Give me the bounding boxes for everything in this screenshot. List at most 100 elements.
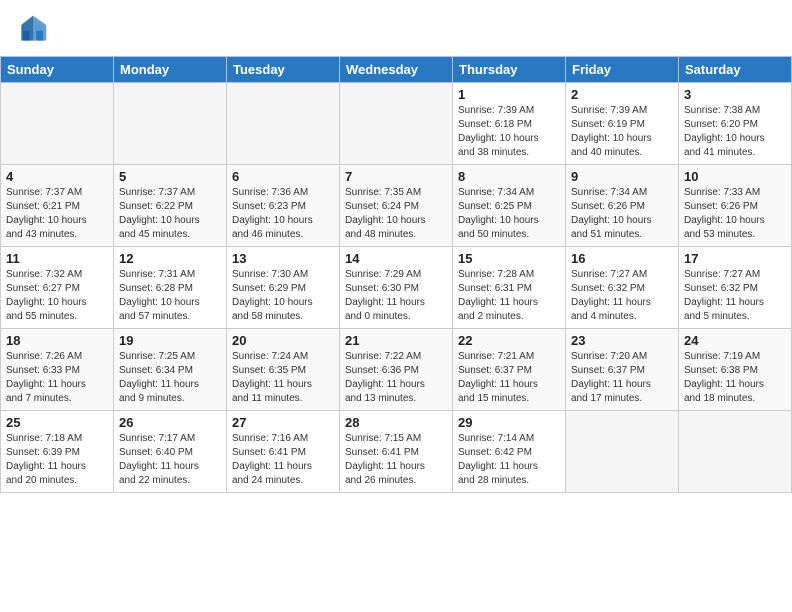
day-cell: 11 Sunrise: 7:32 AM Sunset: 6:27 PM Dayli… (1, 247, 114, 329)
day-info: Sunrise: 7:20 AM Sunset: 6:37 PM Dayligh… (571, 350, 673, 406)
weekday-friday: Friday (566, 57, 679, 83)
logo-icon (18, 14, 48, 44)
day-info: Sunrise: 7:14 AM Sunset: 6:42 PM Dayligh… (458, 432, 560, 488)
day-number: 20 (232, 333, 334, 348)
day-number: 19 (119, 333, 221, 348)
day-cell: 26 Sunrise: 7:17 AM Sunset: 6:40 PM Dayli… (114, 411, 227, 493)
day-number: 25 (6, 415, 108, 430)
day-info: Sunrise: 7:34 AM Sunset: 6:25 PM Dayligh… (458, 186, 560, 242)
day-cell: 2 Sunrise: 7:39 AM Sunset: 6:19 PM Daylig… (566, 83, 679, 165)
day-cell (227, 83, 340, 165)
day-cell: 8 Sunrise: 7:34 AM Sunset: 6:25 PM Daylig… (453, 165, 566, 247)
day-info: Sunrise: 7:22 AM Sunset: 6:36 PM Dayligh… (345, 350, 447, 406)
day-info: Sunrise: 7:37 AM Sunset: 6:21 PM Dayligh… (6, 186, 108, 242)
calendar: SundayMondayTuesdayWednesdayThursdayFrid… (0, 56, 792, 493)
day-info: Sunrise: 7:34 AM Sunset: 6:26 PM Dayligh… (571, 186, 673, 242)
day-info: Sunrise: 7:36 AM Sunset: 6:23 PM Dayligh… (232, 186, 334, 242)
day-cell: 21Sunrise: 7:22 AM Sunset: 6:36 PM Dayli… (340, 329, 453, 411)
day-info: Sunrise: 7:27 AM Sunset: 6:32 PM Dayligh… (684, 268, 786, 324)
day-info: Sunrise: 7:37 AM Sunset: 6:22 PM Dayligh… (119, 186, 221, 242)
day-cell: 6 Sunrise: 7:36 AM Sunset: 6:23 PM Daylig… (227, 165, 340, 247)
day-number: 9 (571, 169, 673, 184)
day-cell: 15 Sunrise: 7:28 AM Sunset: 6:31 PM Dayli… (453, 247, 566, 329)
day-cell: 25 Sunrise: 7:18 AM Sunset: 6:39 PM Dayli… (1, 411, 114, 493)
day-cell: 27 Sunrise: 7:16 AM Sunset: 6:41 PM Dayli… (227, 411, 340, 493)
day-number: 24 (684, 333, 786, 348)
weekday-header-row: SundayMondayTuesdayWednesdayThursdayFrid… (1, 57, 792, 83)
day-number: 6 (232, 169, 334, 184)
day-info: Sunrise: 7:18 AM Sunset: 6:39 PM Dayligh… (6, 432, 108, 488)
day-number: 4 (6, 169, 108, 184)
day-cell: 3Sunrise: 7:38 AM Sunset: 6:20 PM Daylig… (679, 83, 792, 165)
day-number: 10 (684, 169, 786, 184)
day-cell: 5Sunrise: 7:37 AM Sunset: 6:22 PM Daylig… (114, 165, 227, 247)
weekday-saturday: Saturday (679, 57, 792, 83)
day-number: 13 (232, 251, 334, 266)
day-cell: 24 Sunrise: 7:19 AM Sunset: 6:38 PM Dayli… (679, 329, 792, 411)
day-cell: 14 Sunrise: 7:29 AM Sunset: 6:30 PM Dayli… (340, 247, 453, 329)
day-cell (340, 83, 453, 165)
day-number: 18 (6, 333, 108, 348)
day-number: 16 (571, 251, 673, 266)
week-row-3: 11 Sunrise: 7:32 AM Sunset: 6:27 PM Dayli… (1, 247, 792, 329)
week-row-4: 18 Sunrise: 7:26 AM Sunset: 6:33 PM Dayli… (1, 329, 792, 411)
week-row-1: 1 Sunrise: 7:39 AM Sunset: 6:18 PM Daylig… (1, 83, 792, 165)
day-cell: 9 Sunrise: 7:34 AM Sunset: 6:26 PM Daylig… (566, 165, 679, 247)
day-number: 14 (345, 251, 447, 266)
day-cell (114, 83, 227, 165)
day-info: Sunrise: 7:31 AM Sunset: 6:28 PM Dayligh… (119, 268, 221, 324)
day-info: Sunrise: 7:29 AM Sunset: 6:30 PM Dayligh… (345, 268, 447, 324)
day-info: Sunrise: 7:39 AM Sunset: 6:19 PM Dayligh… (571, 104, 673, 160)
day-info: Sunrise: 7:38 AM Sunset: 6:20 PM Dayligh… (684, 104, 786, 160)
day-info: Sunrise: 7:30 AM Sunset: 6:29 PM Dayligh… (232, 268, 334, 324)
week-row-5: 25 Sunrise: 7:18 AM Sunset: 6:39 PM Dayli… (1, 411, 792, 493)
day-info: Sunrise: 7:28 AM Sunset: 6:31 PM Dayligh… (458, 268, 560, 324)
day-number: 11 (6, 251, 108, 266)
day-info: Sunrise: 7:39 AM Sunset: 6:18 PM Dayligh… (458, 104, 560, 160)
day-number: 17 (684, 251, 786, 266)
day-info: Sunrise: 7:26 AM Sunset: 6:33 PM Dayligh… (6, 350, 108, 406)
day-number: 8 (458, 169, 560, 184)
day-cell: 28 Sunrise: 7:15 AM Sunset: 6:41 PM Dayli… (340, 411, 453, 493)
week-row-2: 4 Sunrise: 7:37 AM Sunset: 6:21 PM Daylig… (1, 165, 792, 247)
page: SundayMondayTuesdayWednesdayThursdayFrid… (0, 0, 792, 612)
weekday-monday: Monday (114, 57, 227, 83)
day-info: Sunrise: 7:16 AM Sunset: 6:41 PM Dayligh… (232, 432, 334, 488)
day-number: 22 (458, 333, 560, 348)
day-cell: 12 Sunrise: 7:31 AM Sunset: 6:28 PM Dayli… (114, 247, 227, 329)
day-cell: 18 Sunrise: 7:26 AM Sunset: 6:33 PM Dayli… (1, 329, 114, 411)
day-number: 1 (458, 87, 560, 102)
logo (18, 14, 52, 44)
day-cell: 7Sunrise: 7:35 AM Sunset: 6:24 PM Daylig… (340, 165, 453, 247)
day-number: 12 (119, 251, 221, 266)
day-cell: 22Sunrise: 7:21 AM Sunset: 6:37 PM Dayli… (453, 329, 566, 411)
day-cell: 13 Sunrise: 7:30 AM Sunset: 6:29 PM Dayli… (227, 247, 340, 329)
weekday-tuesday: Tuesday (227, 57, 340, 83)
day-info: Sunrise: 7:25 AM Sunset: 6:34 PM Dayligh… (119, 350, 221, 406)
weekday-thursday: Thursday (453, 57, 566, 83)
header (0, 0, 792, 52)
day-cell: 29 Sunrise: 7:14 AM Sunset: 6:42 PM Dayli… (453, 411, 566, 493)
day-number: 28 (345, 415, 447, 430)
weekday-wednesday: Wednesday (340, 57, 453, 83)
day-cell: 19 Sunrise: 7:25 AM Sunset: 6:34 PM Dayli… (114, 329, 227, 411)
day-info: Sunrise: 7:24 AM Sunset: 6:35 PM Dayligh… (232, 350, 334, 406)
day-cell: 4 Sunrise: 7:37 AM Sunset: 6:21 PM Daylig… (1, 165, 114, 247)
day-cell: 1 Sunrise: 7:39 AM Sunset: 6:18 PM Daylig… (453, 83, 566, 165)
day-cell (1, 83, 114, 165)
day-number: 15 (458, 251, 560, 266)
day-number: 26 (119, 415, 221, 430)
day-cell: 16Sunrise: 7:27 AM Sunset: 6:32 PM Dayli… (566, 247, 679, 329)
day-info: Sunrise: 7:19 AM Sunset: 6:38 PM Dayligh… (684, 350, 786, 406)
day-cell (679, 411, 792, 493)
day-number: 27 (232, 415, 334, 430)
day-info: Sunrise: 7:15 AM Sunset: 6:41 PM Dayligh… (345, 432, 447, 488)
day-info: Sunrise: 7:17 AM Sunset: 6:40 PM Dayligh… (119, 432, 221, 488)
day-info: Sunrise: 7:32 AM Sunset: 6:27 PM Dayligh… (6, 268, 108, 324)
day-number: 7 (345, 169, 447, 184)
day-cell: 20 Sunrise: 7:24 AM Sunset: 6:35 PM Dayli… (227, 329, 340, 411)
day-cell: 23Sunrise: 7:20 AM Sunset: 6:37 PM Dayli… (566, 329, 679, 411)
day-cell: 10Sunrise: 7:33 AM Sunset: 6:26 PM Dayli… (679, 165, 792, 247)
day-number: 29 (458, 415, 560, 430)
day-number: 2 (571, 87, 673, 102)
